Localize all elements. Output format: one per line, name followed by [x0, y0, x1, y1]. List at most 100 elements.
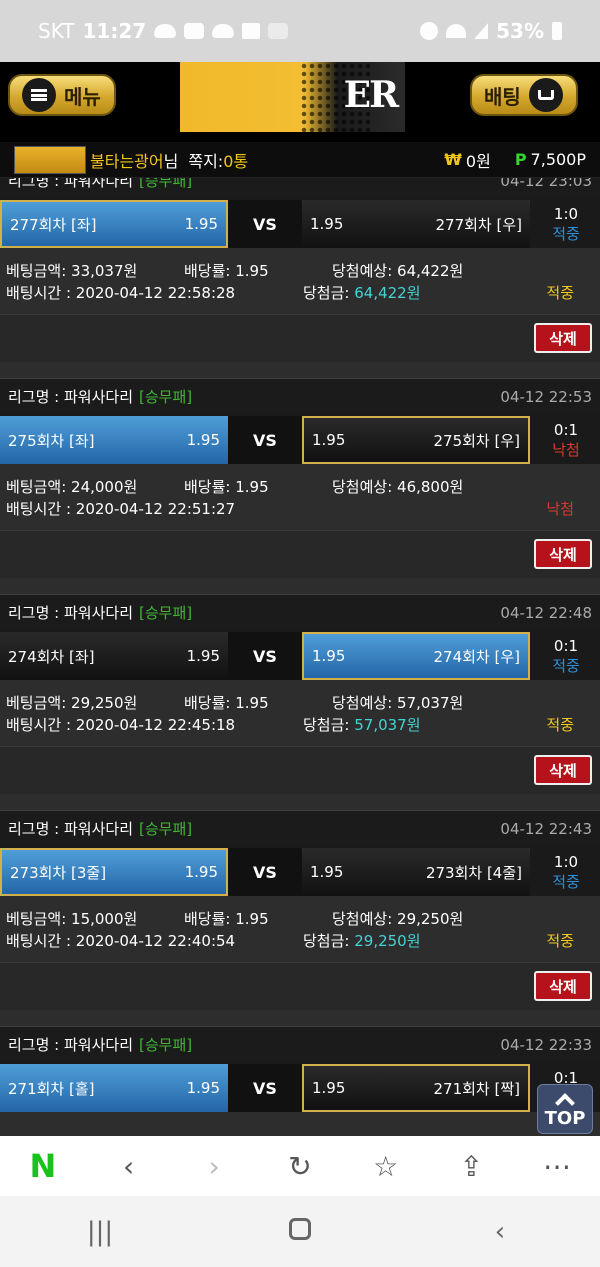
pick-right[interactable]: 1.95 274회차 [우]: [302, 632, 530, 680]
delete-bar: 삭제: [0, 746, 600, 794]
bet-info: 베팅금액: 33,037원 배당률: 1.95 당첨예상: 64,422원 배팅…: [0, 248, 600, 314]
league-header: 리그명 : 파워사다리 [승무패] 04-12 22:48: [0, 594, 600, 630]
game-time: 04-12 22:53: [500, 387, 592, 406]
left-odds: 1.95: [186, 431, 220, 449]
league-name: 리그명 : 파워사다리: [8, 388, 133, 406]
system-nav-bar: ||| ‹: [0, 1196, 600, 1267]
messages-label: 쪽지:: [188, 151, 224, 171]
bet-type-tag: [승무패]: [139, 388, 193, 406]
user-bar: 불타는광어 님 쪽지:0통 ₩ 0원 P 7,500P: [0, 142, 600, 178]
pick-left[interactable]: 275회차 [좌] 1.95: [0, 416, 228, 464]
bet-type-tag: [승무패]: [139, 178, 193, 190]
right-name: 274회차 [우]: [433, 647, 520, 666]
result-label-2: 적중: [546, 284, 574, 302]
user-level-badge: [14, 145, 86, 174]
delete-button[interactable]: 삭제: [534, 323, 592, 353]
bet-type-tag: [승무패]: [139, 1036, 193, 1054]
cart-icon: [528, 78, 563, 112]
left-name: 273회차 [3줄]: [10, 863, 107, 882]
delete-bar: 삭제: [0, 962, 600, 1010]
site-header: 메뉴 ER 배팅: [0, 62, 600, 142]
league-name: 리그명 : 파워사다리: [8, 178, 133, 190]
bet-amount: 베팅금액: 24,000원: [6, 478, 138, 496]
delete-button[interactable]: 삭제: [534, 971, 592, 1001]
bet-expected: 당첨예상: 46,800원: [332, 478, 464, 496]
logo-text: ER: [343, 74, 399, 116]
pick-right[interactable]: 1.95 273회차 [4줄]: [302, 848, 530, 896]
result-label-2: 적중: [546, 932, 574, 950]
left-name: 275회차 [좌]: [8, 431, 95, 450]
left-name: 277회차 [좌]: [10, 215, 97, 234]
bet-history-list[interactable]: 리그명 : 파워사다리 [승무패] 04-12 23:03 277회차 [좌] …: [0, 178, 600, 1136]
menu-button[interactable]: 메뉴: [8, 74, 116, 116]
score-cell: 1:0 적중: [532, 848, 600, 896]
league-name: 리그명 : 파워사다리: [8, 1036, 133, 1054]
delete-button[interactable]: 삭제: [534, 755, 592, 785]
score-cell: 0:1 적중: [532, 632, 600, 680]
result-label-2: 적중: [546, 716, 574, 734]
bet-type-tag: [승무패]: [139, 604, 193, 622]
username[interactable]: 불타는광어: [90, 148, 164, 172]
pick-left[interactable]: 274회차 [좌] 1.95: [0, 632, 228, 680]
delete-button[interactable]: 삭제: [534, 539, 592, 569]
vs-label: VS: [228, 848, 302, 896]
app-icon: [268, 23, 289, 39]
point-icon: P: [514, 150, 527, 169]
score: 0:1: [553, 421, 579, 439]
status-bar: SKT 11:27 53%: [0, 0, 600, 62]
battery-icon: [552, 22, 562, 40]
betting-button[interactable]: 배팅: [470, 74, 578, 116]
battery-percent: 53%: [496, 19, 544, 43]
back-icon[interactable]: ‹: [109, 1146, 149, 1186]
bet-card: 리그명 : 파워사다리 [승무패] 04-12 22:53 275회차 [좌] …: [0, 378, 600, 594]
pick-right[interactable]: 1.95 271회차 [짝]: [302, 1064, 530, 1112]
refresh-icon[interactable]: ↻: [280, 1146, 320, 1186]
recent-apps-icon[interactable]: |||: [70, 1217, 130, 1247]
left-odds: 1.95: [184, 863, 218, 881]
messages-link[interactable]: 쪽지:0통: [188, 148, 248, 172]
carrier-label: SKT: [38, 19, 75, 43]
forward-icon[interactable]: ›: [194, 1146, 234, 1186]
signal-icon: [474, 23, 489, 39]
delete-bar: 삭제: [0, 314, 600, 362]
league-header: 리그명 : 파워사다리 [승무패] 04-12 22:53: [0, 378, 600, 414]
left-name: 271회차 [홀]: [8, 1079, 95, 1098]
naver-home-button[interactable]: N: [23, 1146, 63, 1186]
pick-left[interactable]: 277회차 [좌] 1.95: [0, 200, 228, 248]
score: 1:0: [553, 853, 579, 871]
back-nav-icon[interactable]: ‹: [470, 1217, 530, 1247]
bookmark-star-icon[interactable]: ☆: [366, 1146, 406, 1186]
alarm-icon: [420, 22, 439, 40]
pick-right[interactable]: 1.95 277회차 [우]: [302, 200, 530, 248]
vs-label: VS: [228, 1064, 302, 1112]
wifi-icon: [446, 24, 467, 38]
bet-card: 리그명 : 파워사다리 [승무패] 04-12 22:43 273회차 [3줄]…: [0, 810, 600, 1026]
home-icon[interactable]: [270, 1217, 330, 1247]
pick-left[interactable]: 273회차 [3줄] 1.95: [0, 848, 228, 896]
won-icon: ₩: [444, 150, 462, 169]
image-icon: [242, 23, 261, 39]
payout-value: 64,422원: [354, 284, 421, 302]
share-icon[interactable]: ⇪: [451, 1146, 491, 1186]
bet-info: 베팅금액: 29,250원 배당률: 1.95 당첨예상: 57,037원 배팅…: [0, 680, 600, 746]
bet-amount: 베팅금액: 15,000원: [6, 910, 138, 928]
site-logo[interactable]: ER: [180, 62, 405, 132]
bet-ratio: 배당률: 1.95: [184, 694, 269, 712]
scroll-top-button[interactable]: TOP: [537, 1084, 593, 1134]
pick-right[interactable]: 1.95 275회차 [우]: [302, 416, 530, 464]
more-icon[interactable]: ⋯: [537, 1146, 577, 1186]
match-row: 271회차 [홀] 1.95 VS 1.95 271회차 [짝] 0:1: [0, 1062, 600, 1112]
bet-amount: 베팅금액: 33,037원: [6, 262, 138, 280]
right-name: 271회차 [짝]: [433, 1079, 520, 1098]
betting-label: 배팅: [484, 84, 521, 109]
vs-label: VS: [228, 416, 302, 464]
league-header: 리그명 : 파워사다리 [승무패] 04-12 23:03: [0, 178, 600, 198]
pick-left[interactable]: 271회차 [홀] 1.95: [0, 1064, 228, 1112]
bet-type-tag: [승무패]: [139, 820, 193, 838]
bet-payout: 당첨금: 64,422원: [303, 282, 421, 303]
username-suffix: 님: [163, 151, 179, 171]
payout-prefix: 당첨금:: [303, 284, 355, 302]
bet-ratio: 배당률: 1.95: [184, 910, 269, 928]
game-time: 04-12 22:43: [500, 819, 592, 838]
cloud-icon: [212, 24, 235, 38]
